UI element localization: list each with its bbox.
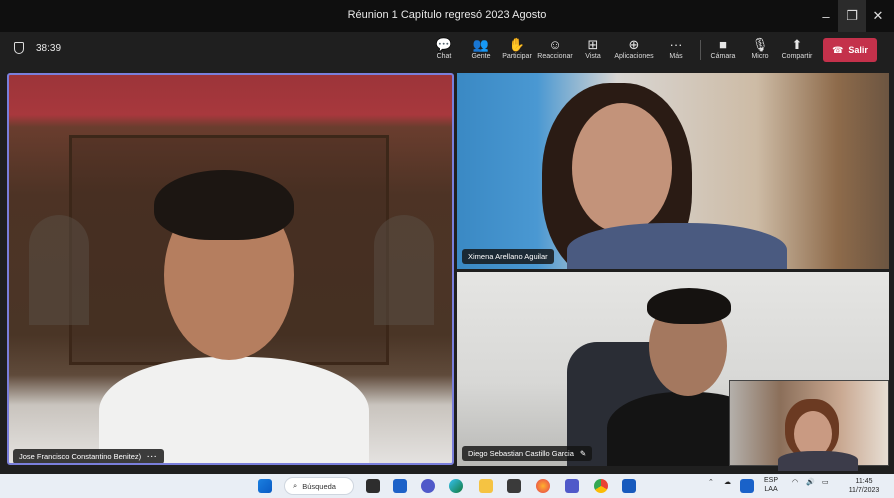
camera-icon: ■ <box>719 37 727 52</box>
camera-label: Cámara <box>710 53 736 60</box>
view-button[interactable]: ⊞ Vista <box>572 36 614 61</box>
volume-icon[interactable]: 🔊 <box>806 478 815 486</box>
leave-button[interactable]: ☎ Salir <box>823 38 877 62</box>
shield-icon <box>14 42 24 54</box>
self-view-tile[interactable] <box>729 380 889 471</box>
participant-nametag-bottom-right: Diego Sebastian Castillo Garcia ✎ <box>462 446 593 461</box>
onedrive-icon[interactable]: ☁ <box>724 478 731 486</box>
raise-hand-label: Participar <box>502 53 532 60</box>
language-indicator[interactable]: ESP LAA <box>764 476 778 494</box>
taskbar-search[interactable]: ⌕ Búsqueda <box>284 477 354 495</box>
share-button[interactable]: ⬆ Compartir <box>776 36 818 61</box>
apps-button[interactable]: ⊕ Aplicaciones <box>613 36 655 61</box>
microphone-button[interactable]: 🎙 Micro <box>739 36 781 61</box>
window-title: Réunion 1 Capítulo regresó 2023 Agosto <box>347 9 547 21</box>
toolbar-divider <box>700 40 701 60</box>
chat-button[interactable]: 💬 Chat <box>423 36 465 61</box>
windows-taskbar: ⌕ Búsqueda ⌃ ☁ ESP LAA ◠ 🔊 ▭ 11:45 11/7/… <box>0 474 894 498</box>
store-icon[interactable] <box>507 479 521 493</box>
chat-label: Chat <box>436 53 452 60</box>
teams-notification-icon[interactable] <box>565 479 579 493</box>
clock-date: 11/7/2023 <box>848 487 880 494</box>
timer-text: 38:39 <box>36 42 62 54</box>
language-bottom: LAA <box>764 486 778 493</box>
participant-nametag-top-right: Ximena Arellano Aguilar <box>462 249 554 264</box>
minimize-button[interactable]: – <box>812 0 840 32</box>
view-label: Vista <box>585 53 601 60</box>
video-tile-top-right[interactable]: Ximena Arellano Aguilar <box>457 73 889 269</box>
clock-time: 11:45 <box>855 478 873 485</box>
participant-torso <box>778 451 858 471</box>
raise-hand-button[interactable]: ✋ Participar <box>496 36 538 61</box>
share-icon: ⬆ <box>791 36 803 52</box>
folder-icon[interactable] <box>479 479 493 493</box>
participant-hair <box>647 288 731 324</box>
react-label: Reaccionar <box>537 53 573 60</box>
maximize-button[interactable]: ❐ <box>838 0 866 32</box>
wifi-icon[interactable]: ◠ <box>792 478 798 486</box>
participant-nametag-main: Jose Francisco Constantino Benitez) ··· <box>13 449 164 463</box>
meeting-timer: 38:39 <box>14 42 61 54</box>
raise-hand-icon: ✋ <box>508 36 526 52</box>
participant-name: Ximena Arellano Aguilar <box>468 252 548 261</box>
more-label: Más <box>669 53 683 60</box>
react-button[interactable]: ☺ Reaccionar <box>534 36 576 60</box>
more-button[interactable]: ··· Más <box>655 36 697 60</box>
battery-icon[interactable]: ▭ <box>822 478 829 486</box>
glass-door-right <box>374 215 434 325</box>
language-top: ESP <box>764 477 779 484</box>
mic-off-icon: ✎ <box>579 449 587 458</box>
microphone-icon: 🎙 <box>751 36 769 52</box>
search-label: Búsqueda <box>302 481 336 491</box>
share-label: Compartir <box>781 53 813 60</box>
glass-door-left <box>29 215 89 325</box>
edge-icon[interactable] <box>449 479 463 493</box>
participant-hair <box>154 170 294 240</box>
video-tile-main[interactable]: Jose Francisco Constantino Benitez) ··· <box>7 73 454 465</box>
close-button[interactable]: ✕ <box>864 0 892 32</box>
chrome-icon[interactable] <box>594 479 608 493</box>
apps-label: Aplicaciones <box>614 53 654 60</box>
participant-torso <box>567 223 787 269</box>
chat-icon: 💬 <box>435 36 453 52</box>
apps-plus-icon: ⊕ <box>628 36 640 52</box>
more-icon: ··· <box>669 37 683 52</box>
firefox-icon[interactable] <box>536 479 550 493</box>
microphone-tray-icon[interactable] <box>740 479 754 493</box>
chevron-up-icon[interactable]: ⌃ <box>708 478 714 486</box>
widgets-icon[interactable] <box>393 479 407 493</box>
view-grid-icon: ⊞ <box>587 36 599 52</box>
meeting-toolbar: 38:39 💬 Chat 👥 Gente ✋ Participar ☺ Reac… <box>0 32 894 68</box>
task-view-icon[interactable] <box>366 479 380 493</box>
participant-name: Jose Francisco Constantino Benitez) <box>19 452 142 461</box>
participant-name: Diego Sebastian Castillo Garcia <box>468 449 574 458</box>
teams-icon[interactable] <box>421 479 435 493</box>
window-titlebar: Réunion 1 Capítulo regresó 2023 Agosto –… <box>0 0 894 32</box>
taskbar-clock[interactable]: 11:45 11/7/2023 <box>838 477 890 495</box>
participant-more-icon[interactable]: ··· <box>147 452 158 461</box>
word-icon[interactable] <box>622 479 636 493</box>
windows-start-icon[interactable] <box>258 479 272 493</box>
microphone-label: Micro <box>751 53 769 60</box>
search-icon: ⌕ <box>293 481 298 490</box>
smile-icon: ☺ <box>548 37 562 52</box>
participant-face <box>572 103 672 233</box>
leave-label: Salir <box>848 45 868 55</box>
camera-button[interactable]: ■ Cámara <box>702 36 744 60</box>
phone-hangup-icon: ☎ <box>832 44 844 55</box>
